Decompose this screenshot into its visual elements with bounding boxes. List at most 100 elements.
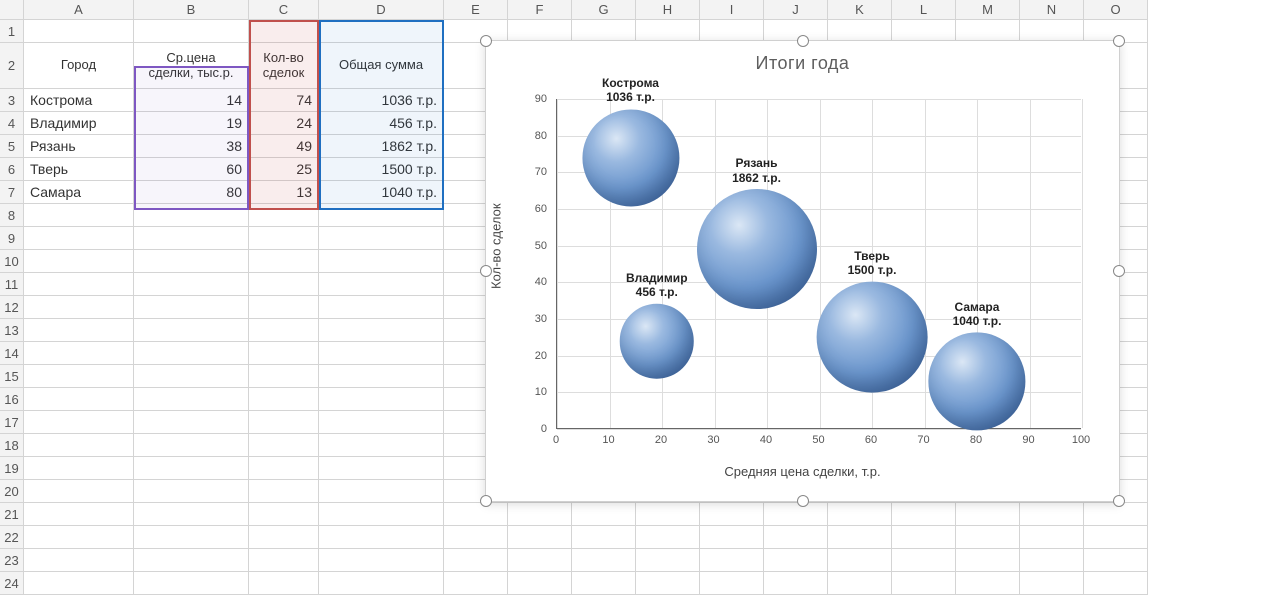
row-header-3[interactable]: 3 (0, 89, 24, 112)
cell[interactable] (764, 503, 828, 526)
cell[interactable] (24, 20, 134, 43)
cell[interactable] (134, 365, 249, 388)
row-header-24[interactable]: 24 (0, 572, 24, 595)
cell[interactable] (444, 572, 508, 595)
cell[interactable] (24, 434, 134, 457)
city-cell[interactable]: Самара (24, 181, 134, 204)
row-header-21[interactable]: 21 (0, 503, 24, 526)
city-cell[interactable]: Рязань (24, 135, 134, 158)
cell[interactable] (319, 365, 444, 388)
city-cell[interactable]: Кострома (24, 89, 134, 112)
cell[interactable] (636, 503, 700, 526)
cell[interactable] (134, 273, 249, 296)
cell[interactable] (249, 296, 319, 319)
cell[interactable] (700, 572, 764, 595)
col-header-B[interactable]: B (134, 0, 249, 20)
header-total[interactable]: Общая сумма (319, 43, 444, 89)
city-cell[interactable]: Тверь (24, 158, 134, 181)
cell[interactable] (956, 572, 1020, 595)
cell[interactable] (828, 572, 892, 595)
row-header-17[interactable]: 17 (0, 411, 24, 434)
cell[interactable] (134, 388, 249, 411)
cell[interactable] (134, 342, 249, 365)
cell[interactable] (1020, 526, 1084, 549)
col-header-G[interactable]: G (572, 0, 636, 20)
cell[interactable] (444, 526, 508, 549)
cell[interactable] (249, 273, 319, 296)
cell[interactable] (249, 434, 319, 457)
deals-cell[interactable]: 24 (249, 112, 319, 135)
row-header-1[interactable]: 1 (0, 20, 24, 43)
row-header-23[interactable]: 23 (0, 549, 24, 572)
col-header-A[interactable]: A (24, 0, 134, 20)
total-cell[interactable]: 1040 т.р. (319, 181, 444, 204)
chart-handle[interactable] (480, 265, 492, 277)
cell[interactable] (700, 526, 764, 549)
corner-select-all[interactable] (0, 0, 24, 20)
bubble-point[interactable] (817, 282, 928, 393)
chart-handle[interactable] (1113, 35, 1125, 47)
total-cell[interactable]: 1036 т.р. (319, 89, 444, 112)
cell[interactable] (444, 503, 508, 526)
cell[interactable] (319, 388, 444, 411)
cell[interactable] (700, 549, 764, 572)
city-cell[interactable]: Владимир (24, 112, 134, 135)
chart-handle[interactable] (480, 35, 492, 47)
chart-handle[interactable] (797, 495, 809, 507)
row-header-18[interactable]: 18 (0, 434, 24, 457)
cell[interactable] (892, 526, 956, 549)
cell[interactable] (508, 572, 572, 595)
cell[interactable] (249, 549, 319, 572)
cell[interactable] (319, 20, 444, 43)
cell[interactable] (134, 549, 249, 572)
cell[interactable] (134, 227, 249, 250)
col-header-H[interactable]: H (636, 0, 700, 20)
row-header-5[interactable]: 5 (0, 135, 24, 158)
cell[interactable] (24, 526, 134, 549)
cell[interactable] (956, 526, 1020, 549)
cell[interactable] (249, 250, 319, 273)
cell[interactable] (1020, 503, 1084, 526)
cell[interactable] (319, 296, 444, 319)
cell[interactable] (319, 273, 444, 296)
row-header-6[interactable]: 6 (0, 158, 24, 181)
cell[interactable] (764, 549, 828, 572)
cell[interactable] (249, 342, 319, 365)
cell[interactable] (319, 204, 444, 227)
total-cell[interactable]: 1500 т.р. (319, 158, 444, 181)
deals-cell[interactable]: 13 (249, 181, 319, 204)
cell[interactable] (24, 572, 134, 595)
row-header-7[interactable]: 7 (0, 181, 24, 204)
cell[interactable] (319, 572, 444, 595)
cell[interactable] (319, 503, 444, 526)
cell[interactable] (508, 549, 572, 572)
cell[interactable] (24, 365, 134, 388)
cell[interactable] (892, 572, 956, 595)
cell[interactable] (249, 526, 319, 549)
col-header-N[interactable]: N (1020, 0, 1084, 20)
cell[interactable] (319, 549, 444, 572)
bubble-point[interactable] (928, 333, 1025, 430)
cell[interactable] (1084, 572, 1148, 595)
cell[interactable] (508, 503, 572, 526)
price-cell[interactable]: 80 (134, 181, 249, 204)
cell[interactable] (24, 319, 134, 342)
row-header-10[interactable]: 10 (0, 250, 24, 273)
plot-area[interactable]: Кострома1036 т.р. Владимир456 т.р. Рязан… (556, 99, 1081, 429)
cell[interactable] (319, 342, 444, 365)
row-header-20[interactable]: 20 (0, 480, 24, 503)
cell[interactable] (134, 411, 249, 434)
cell[interactable] (24, 549, 134, 572)
col-header-D[interactable]: D (319, 0, 444, 20)
cell[interactable] (892, 503, 956, 526)
cell[interactable] (24, 204, 134, 227)
chart-handle[interactable] (1113, 265, 1125, 277)
cell[interactable] (572, 503, 636, 526)
deals-cell[interactable]: 25 (249, 158, 319, 181)
cell[interactable] (1084, 526, 1148, 549)
col-header-O[interactable]: O (1084, 0, 1148, 20)
row-header-9[interactable]: 9 (0, 227, 24, 250)
col-header-E[interactable]: E (444, 0, 508, 20)
cell[interactable] (319, 434, 444, 457)
header-deals[interactable]: Кол-восделок (249, 43, 319, 89)
